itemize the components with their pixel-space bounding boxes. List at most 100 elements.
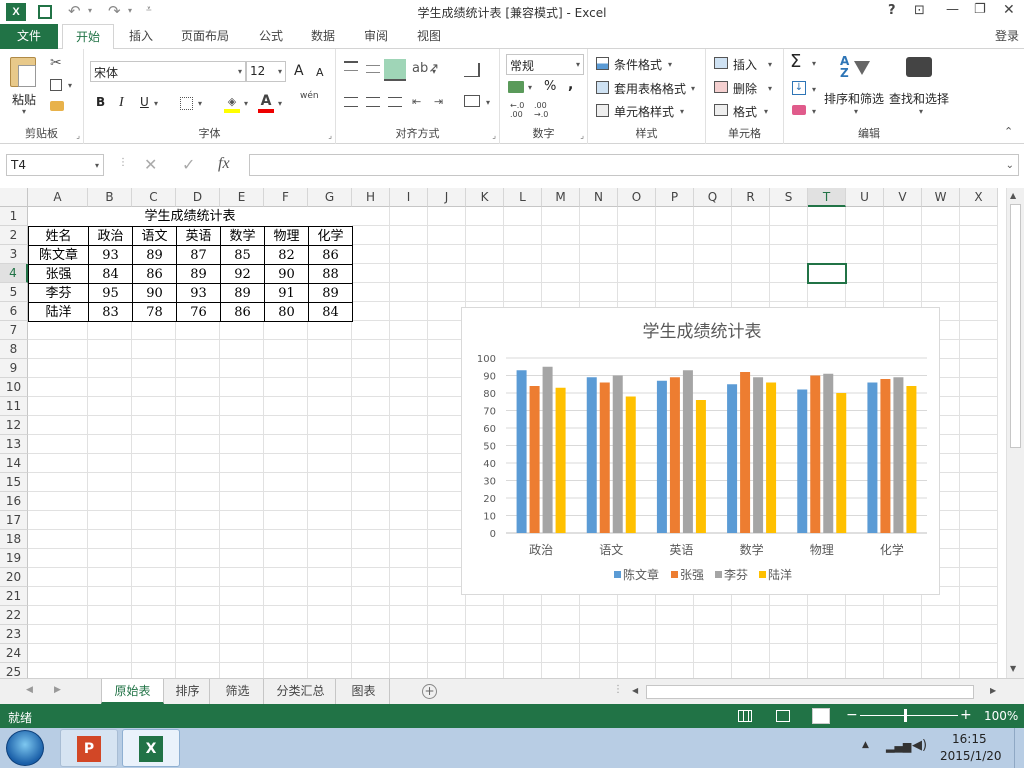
table-cell[interactable]: 92 <box>220 264 264 283</box>
row-header-18[interactable]: 18 <box>0 530 28 549</box>
merge-center-icon[interactable] <box>464 95 480 107</box>
table-cell[interactable]: 84 <box>88 264 132 283</box>
chevron-down-icon[interactable]: ▾ <box>244 99 248 108</box>
select-all-corner[interactable] <box>0 188 28 207</box>
table-cell[interactable]: 84 <box>308 302 352 321</box>
shrink-font-button[interactable]: A <box>316 66 324 79</box>
dialog-launcher-icon[interactable]: ⌟ <box>76 131 80 140</box>
column-header-o[interactable]: O <box>618 188 656 207</box>
column-header-s[interactable]: S <box>770 188 808 207</box>
row-header-11[interactable]: 11 <box>0 397 28 416</box>
worksheet-grid[interactable]: ABCDEFGHIJKLMNOPQRSTUVWX 1 2 3 4 5 6 7 8 9 10 11 12… <box>0 188 1006 678</box>
table-header-cell[interactable]: 物理 <box>264 226 308 245</box>
table-cell[interactable]: 86 <box>220 302 264 321</box>
row-header-2[interactable]: 2 <box>0 226 28 245</box>
row-header-16[interactable]: 16 <box>0 492 28 511</box>
vertical-scrollbar[interactable]: ▲ ▼ <box>1006 188 1024 678</box>
align-center-icon[interactable] <box>366 97 380 107</box>
column-header-v[interactable]: V <box>884 188 922 207</box>
row-header-3[interactable]: 3 <box>0 245 28 264</box>
fill-icon[interactable]: ↓ <box>792 81 806 95</box>
column-header-g[interactable]: G <box>308 188 352 207</box>
row-header-4[interactable]: 4 <box>0 264 28 283</box>
align-left-icon[interactable] <box>344 97 358 107</box>
find-select-button[interactable]: 查找和选择 <box>889 90 949 107</box>
chevron-down-icon[interactable]: ▾ <box>691 84 695 93</box>
table-header-cell[interactable]: 化学 <box>308 226 352 245</box>
table-header-cell[interactable]: 数学 <box>220 226 264 245</box>
chevron-down-icon[interactable]: ▾ <box>668 60 672 69</box>
login-link[interactable]: 登录 <box>990 24 1024 49</box>
increase-decimal-icon[interactable]: ←.0.00 <box>510 101 524 119</box>
table-cell[interactable]: 90 <box>264 264 308 283</box>
chevron-down-icon[interactable]: ▾ <box>486 98 490 107</box>
paste-button[interactable]: 粘贴 <box>12 91 36 108</box>
table-cell[interactable]: 82 <box>264 245 308 264</box>
hscroll-right-icon[interactable]: ▶ <box>990 686 996 695</box>
clock-time[interactable]: 16:15 <box>952 732 987 746</box>
hscroll-left-icon[interactable]: ◀ <box>632 686 638 695</box>
formula-input[interactable]: ⌄ <box>249 154 1019 176</box>
table-cell[interactable]: 78 <box>132 302 176 321</box>
table-cell[interactable]: 93 <box>88 245 132 264</box>
table-cell[interactable]: 张强 <box>28 264 88 283</box>
table-cell[interactable]: 95 <box>88 283 132 302</box>
scroll-down-icon[interactable]: ▼ <box>1010 664 1016 673</box>
name-box[interactable]: T4 ▾ <box>6 154 104 176</box>
row-header-5[interactable]: 5 <box>0 283 28 302</box>
row-header-12[interactable]: 12 <box>0 416 28 435</box>
column-header-x[interactable]: X <box>960 188 998 207</box>
column-header-l[interactable]: L <box>504 188 542 207</box>
row-header-8[interactable]: 8 <box>0 340 28 359</box>
clock-date[interactable]: 2015/1/20 <box>940 749 1002 763</box>
row-header-6[interactable]: 6 <box>0 302 28 321</box>
table-header-cell[interactable]: 政治 <box>88 226 132 245</box>
dialog-launcher-icon[interactable]: ⌟ <box>580 131 584 140</box>
table-cell[interactable]: 陆洋 <box>28 302 88 321</box>
row-header-15[interactable]: 15 <box>0 473 28 492</box>
row-header-1[interactable]: 1 <box>0 207 28 226</box>
sheet-tab-sort[interactable]: 排序 <box>166 679 210 704</box>
grow-font-button[interactable]: A <box>294 63 304 79</box>
column-header-j[interactable]: J <box>428 188 466 207</box>
row-header-7[interactable]: 7 <box>0 321 28 340</box>
chevron-down-icon[interactable]: ▾ <box>764 107 768 116</box>
number-format-select[interactable]: 常规 ▾ <box>506 54 584 75</box>
borders-icon[interactable] <box>180 97 193 110</box>
minimize-button[interactable]: — <box>946 2 959 17</box>
sheet-tab-filter[interactable]: 筛选 <box>212 679 264 704</box>
column-header-k[interactable]: K <box>466 188 504 207</box>
font-name-select[interactable]: 宋体 ▾ <box>90 61 246 82</box>
tab-home[interactable]: 开始 <box>62 24 114 50</box>
dialog-launcher-icon[interactable]: ⌟ <box>492 131 496 140</box>
chevron-down-icon[interactable]: ▾ <box>154 99 158 108</box>
chevron-down-icon[interactable]: ▾ <box>528 83 532 92</box>
column-header-a[interactable]: A <box>28 188 88 207</box>
row-header-24[interactable]: 24 <box>0 644 28 663</box>
zoom-out-button[interactable]: − <box>846 707 858 723</box>
increase-indent-icon[interactable]: ⇥ <box>434 95 443 108</box>
cut-icon[interactable]: ✂ <box>50 55 62 71</box>
row-header-20[interactable]: 20 <box>0 568 28 587</box>
table-cell[interactable]: 89 <box>220 283 264 302</box>
column-header-r[interactable]: R <box>732 188 770 207</box>
page-layout-view-icon[interactable] <box>776 710 790 722</box>
powerpoint-task-icon[interactable]: P <box>60 729 118 767</box>
align-right-icon[interactable] <box>388 97 402 107</box>
chevron-down-icon[interactable]: ▾ <box>812 107 816 116</box>
sheet-tab-split-icon[interactable]: ⋮ <box>613 684 623 695</box>
tab-review[interactable]: 审阅 <box>353 24 399 49</box>
row-header-9[interactable]: 9 <box>0 359 28 378</box>
close-button[interactable]: ✕ <box>1003 2 1015 18</box>
table-header-cell[interactable]: 语文 <box>132 226 176 245</box>
row-header-17[interactable]: 17 <box>0 511 28 530</box>
start-button-icon[interactable] <box>6 730 44 766</box>
column-header-w[interactable]: W <box>922 188 960 207</box>
zoom-thumb[interactable] <box>904 709 907 722</box>
row-header-13[interactable]: 13 <box>0 435 28 454</box>
next-sheet-icon[interactable]: ▶ <box>54 685 61 695</box>
wrap-text-icon[interactable] <box>464 63 480 77</box>
tray-chevron-icon[interactable]: ▲ <box>862 740 869 750</box>
table-cell[interactable]: 李芬 <box>28 283 88 302</box>
row-header-14[interactable]: 14 <box>0 454 28 473</box>
